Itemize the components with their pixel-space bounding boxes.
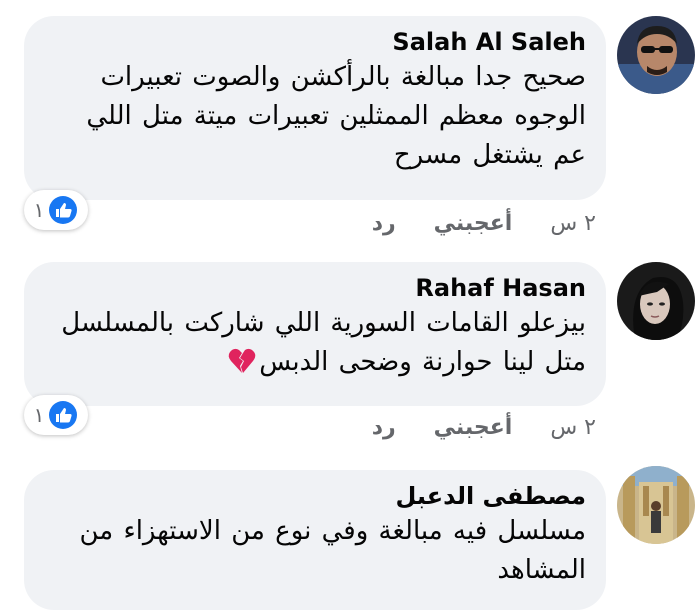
avatar[interactable] — [617, 16, 695, 94]
comment-text-line: عم يشتغل مسرح — [393, 140, 586, 170]
reaction-summary[interactable]: ١ — [24, 395, 88, 435]
comment-bubble: مصطفى الدعبل مسلسل فيه مبالغة وفي نوع من… — [24, 470, 606, 610]
comment-text-line: متل لينا حوارنة وضحى الدبس — [44, 343, 586, 382]
comment-text-line: الوجوه معظم الممثلين تعبيرات ميتة متل ال… — [86, 101, 586, 131]
comment-bubble: Rahaf Hasan بيزعلو القامات السورية اللي … — [24, 262, 606, 406]
comment-author[interactable]: Rahaf Hasan — [44, 272, 586, 304]
avatar-image — [617, 16, 695, 94]
like-button[interactable]: أعجبني — [434, 415, 513, 440]
comment-text-line: صحيح جدا مبالغة بالرأكشن والصوت تعبيرات — [100, 62, 586, 92]
like-icon — [49, 401, 78, 429]
comment-bubble: Salah Al Saleh صحيح جدا مبالغة بالرأكشن … — [24, 16, 606, 200]
reaction-count: ١ — [33, 403, 45, 427]
comment-author[interactable]: Salah Al Saleh — [44, 26, 586, 58]
comment-timestamp[interactable]: ٢ س — [550, 211, 596, 236]
comment-thread: Salah Al Saleh صحيح جدا مبالغة بالرأكشن … — [0, 0, 700, 614]
comment-author[interactable]: مصطفى الدعبل — [44, 480, 586, 512]
like-button[interactable]: أعجبني — [434, 211, 513, 236]
comment-text-segment: متل لينا حوارنة وضحى الدبس — [259, 347, 586, 377]
avatar-image — [617, 262, 695, 340]
comment-timestamp[interactable]: ٢ س — [550, 415, 596, 440]
avatar[interactable] — [617, 262, 695, 340]
comment-text-line: المشاهد — [497, 555, 586, 585]
comment-actions: ٢ س أعجبني رد — [372, 208, 596, 238]
reaction-count: ١ — [33, 198, 45, 222]
comment-actions: ٢ س أعجبني رد — [372, 412, 596, 442]
avatar-image — [617, 466, 695, 544]
reply-button[interactable]: رد — [372, 211, 396, 236]
reaction-summary[interactable]: ١ — [24, 190, 88, 230]
avatar[interactable] — [617, 466, 695, 544]
like-icon — [49, 196, 78, 224]
reply-button[interactable]: رد — [372, 415, 396, 440]
broken-heart-icon — [228, 348, 256, 373]
comment-text-line: بيزعلو القامات السورية اللي شاركت بالمسل… — [61, 308, 586, 338]
comment-text-line: مسلسل فيه مبالغة وفي نوع من الاستهزاء من — [79, 516, 586, 546]
